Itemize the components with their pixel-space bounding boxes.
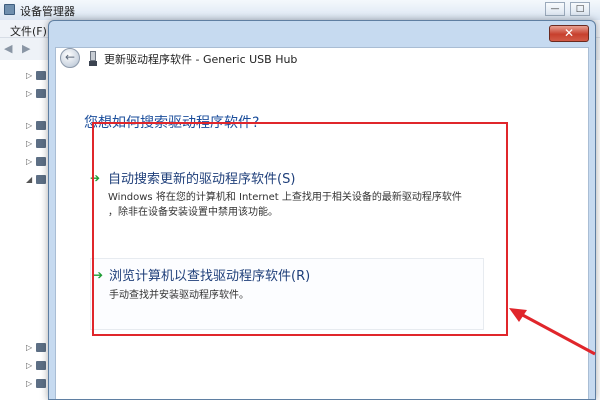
tree-node[interactable]: ▷ [26,70,46,82]
device-category-icon [36,139,46,148]
device-category-icon [36,121,46,130]
expand-icon[interactable]: ▷ [26,361,32,370]
device-manager-title: 设备管理器 [20,5,75,18]
expand-icon[interactable]: ◢ [26,175,32,184]
device-manager-titlebar: 设备管理器 — □ [0,0,600,20]
device-category-icon [36,379,46,388]
usb-device-icon [89,51,97,66]
tree-node[interactable]: ▷ [26,120,46,132]
expand-icon[interactable]: ▷ [26,343,32,352]
device-tree: ▷ ▷ ▷ ▷ ▷ ◢ ▷ ▷ ▷ [0,60,50,400]
tree-node[interactable]: ▷ [26,156,46,168]
device-category-icon [36,71,46,80]
device-category-icon [36,89,46,98]
toolbar-back-icon[interactable]: ◀ [4,43,18,55]
menu-file[interactable]: 文件(F) [10,23,47,39]
expand-icon[interactable]: ▷ [26,157,32,166]
tree-node[interactable]: ▷ [26,378,46,390]
tree-node[interactable]: ▷ [26,342,46,354]
expand-icon[interactable]: ▷ [26,71,32,80]
expand-icon[interactable]: ▷ [26,379,32,388]
close-icon[interactable]: ✕ [549,25,589,42]
expand-icon[interactable]: ▷ [26,139,32,148]
annotation-highlight-box [92,122,508,336]
dialog-title: 更新驱动程序软件 - Generic USB Hub [104,53,298,66]
annotation-arrow-line [516,310,596,356]
device-manager-icon [4,4,15,15]
dialog-header: ← 更新驱动程序软件 - Generic USB Hub [56,48,588,70]
expand-icon[interactable]: ▷ [26,89,32,98]
expand-icon[interactable]: ▷ [26,121,32,130]
maximize-button[interactable]: □ [570,2,590,16]
tree-node[interactable]: ▷ [26,360,46,372]
device-category-icon [36,361,46,370]
tree-node[interactable]: ▷ [26,88,46,100]
back-arrow-icon[interactable]: ← [60,48,80,68]
device-category-icon [36,175,46,184]
minimize-button[interactable]: — [545,2,565,16]
tree-node[interactable]: ◢ [26,174,46,186]
toolbar-forward-icon[interactable]: ▶ [22,43,36,55]
device-category-icon [36,157,46,166]
annotation-arrow-icon [509,308,596,356]
device-category-icon [36,343,46,352]
tree-node[interactable]: ▷ [26,138,46,150]
